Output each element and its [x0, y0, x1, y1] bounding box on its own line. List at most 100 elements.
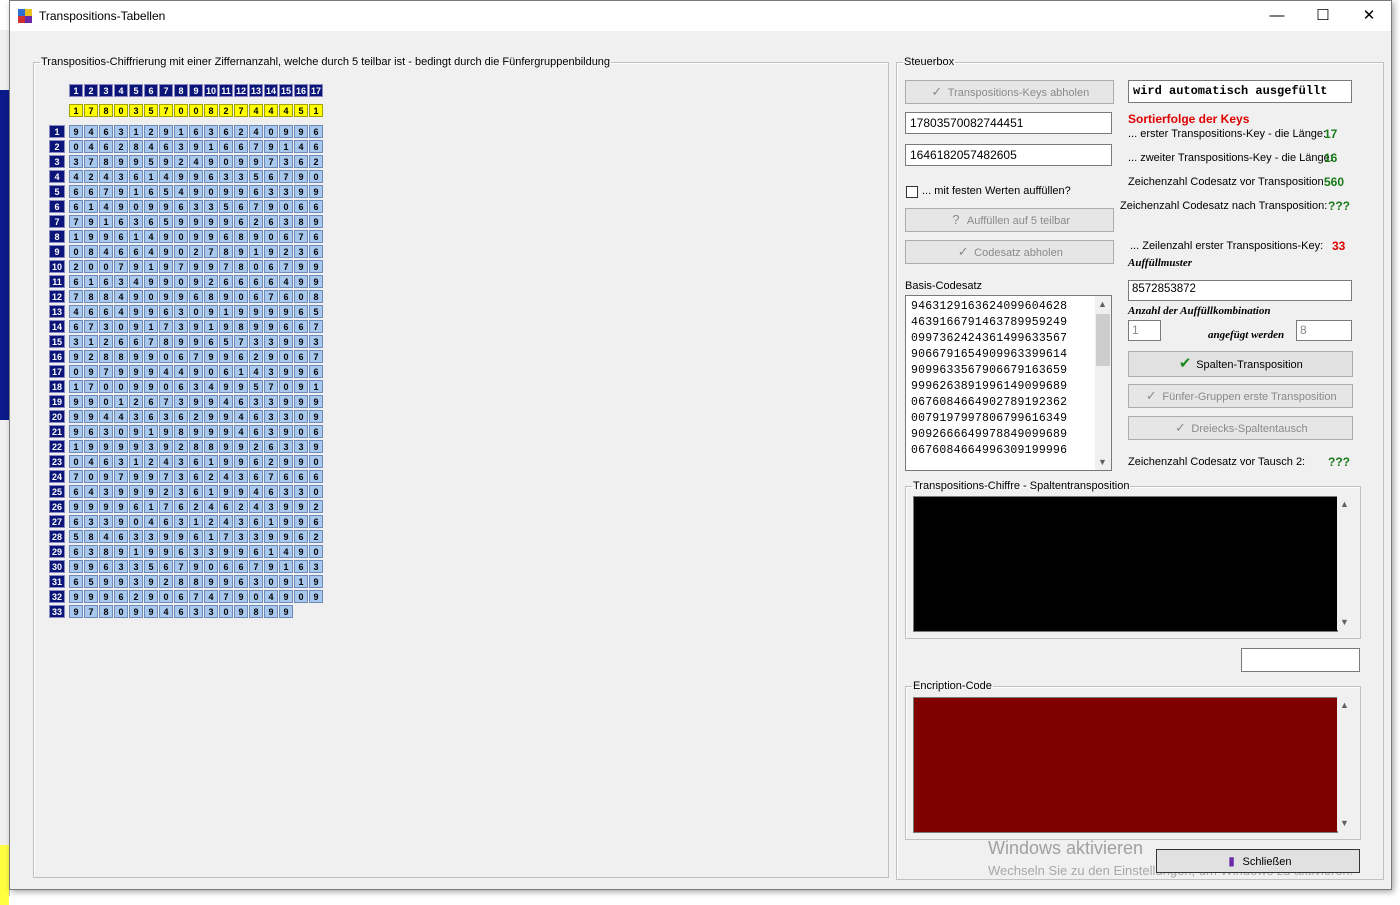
grid-cell: 2 — [204, 515, 218, 528]
grid-cell: 0 — [99, 395, 113, 408]
grid-cell: 4 — [69, 170, 83, 183]
pattern-input[interactable]: 8572853872 — [1128, 280, 1352, 301]
grid-cell: 6 — [99, 275, 113, 288]
grid-cell: 6 — [234, 575, 248, 588]
grid-cell: 3 — [114, 275, 128, 288]
grid-cell: 2 — [309, 500, 323, 513]
grid-cell: 3 — [144, 440, 158, 453]
grid-cell: 8 — [204, 290, 218, 303]
basis-scrollbar[interactable]: ▲ ▼ — [1095, 296, 1111, 470]
grid-cell: 5 — [84, 575, 98, 588]
grid-cell: 6 — [249, 545, 263, 558]
cipher-scrollbar[interactable]: ▲ ▼ — [1337, 496, 1353, 630]
grid-cell: 5 — [219, 335, 233, 348]
grid-col-header: 6 — [144, 84, 158, 97]
transpositions-keys-button[interactable]: ✓ Transpositions-Keys abholen — [905, 80, 1114, 104]
minimize-button[interactable]: — — [1254, 1, 1300, 31]
grid-cell: 9 — [144, 380, 158, 393]
fuenfer-gruppen-button[interactable]: ✓ Fünfer-Gruppen erste Transposition — [1128, 384, 1353, 408]
grid-cell: 3 — [219, 170, 233, 183]
grid-cell: 3 — [264, 365, 278, 378]
cipher-output[interactable] — [913, 496, 1338, 632]
grid-cell: 7 — [264, 380, 278, 393]
grid-cell: 2 — [84, 170, 98, 183]
grid-col-header: 8 — [174, 84, 188, 97]
key2-input[interactable]: 1646182057482605 — [905, 144, 1112, 166]
grid-cell: 6 — [99, 125, 113, 138]
grid-cell: 9 — [219, 485, 233, 498]
maximize-button[interactable]: ☐ — [1300, 1, 1346, 31]
basis-codesatz-textarea[interactable]: 946312916362409960462​8 46391667914637899… — [905, 295, 1112, 471]
scroll-down-icon[interactable]: ▼ — [1340, 818, 1349, 828]
grid-cell: 8 — [294, 215, 308, 228]
small-output-field[interactable] — [1241, 648, 1360, 672]
grid-cell: 3 — [204, 125, 218, 138]
grid-cell: 6 — [69, 320, 83, 333]
dreiecks-spaltentausch-button[interactable]: ✓ Dreiecks-Spaltentausch — [1128, 416, 1353, 440]
grid-cell: 2 — [129, 590, 143, 603]
grid-cell: 1 — [69, 440, 83, 453]
key1-input[interactable]: 17803570082744451 — [905, 112, 1112, 134]
spalten-transposition-button[interactable]: ✔ Spalten-Transposition — [1128, 351, 1353, 377]
grid-col-header: 7 — [159, 84, 173, 97]
grid-cell: 3 — [99, 485, 113, 498]
grid-cell: 0 — [309, 545, 323, 558]
grid-cell: 9 — [129, 380, 143, 393]
grid-cell: 9 — [294, 365, 308, 378]
check-icon: ✓ — [1145, 388, 1157, 403]
grid-cell: 9 — [279, 575, 293, 588]
grid-cell: 0 — [219, 605, 233, 618]
grid-cell: 4 — [99, 530, 113, 543]
combo-input[interactable]: 1 — [1128, 320, 1161, 341]
grid-row-header: 4 — [49, 170, 65, 183]
scroll-down-icon[interactable]: ▼ — [1098, 457, 1107, 467]
grid-cell: 3 — [294, 440, 308, 453]
grid-cell: 9 — [69, 560, 83, 573]
grid-cell: 6 — [69, 545, 83, 558]
grid-cell: 9 — [219, 215, 233, 228]
scroll-thumb[interactable] — [1096, 314, 1110, 366]
grid-cell: 0 — [174, 245, 188, 258]
grid-cell: 9 — [219, 545, 233, 558]
grid-cell: 1 — [204, 485, 218, 498]
basis-line: 9092666649978849099689 — [911, 428, 1068, 441]
enc-group-legend: Encription-Code — [913, 680, 992, 692]
grid-cell: 0 — [249, 260, 263, 273]
grid-cell: 9 — [249, 155, 263, 168]
grid-cell: 9 — [159, 530, 173, 543]
codesatz-abholen-button[interactable]: ✓ Codesatz abholen — [905, 240, 1114, 264]
grid-cell: 9 — [189, 395, 203, 408]
enc-scrollbar[interactable]: ▲ ▼ — [1337, 697, 1353, 831]
grid-cell: 9 — [189, 335, 203, 348]
grid-cell: 9 — [69, 500, 83, 513]
fill-to-5-button[interactable]: ? Auffüllen auf 5 teilbar — [905, 208, 1114, 232]
basis-line: 0676084664902789192362 — [911, 396, 1068, 409]
scroll-up-icon[interactable]: ▲ — [1098, 299, 1107, 309]
grid-cell: 9 — [204, 305, 218, 318]
grid-cell: 6 — [249, 470, 263, 483]
scroll-up-icon[interactable]: ▲ — [1340, 499, 1349, 509]
grid-cell: 0 — [69, 365, 83, 378]
grid-cell: 9 — [204, 350, 218, 363]
grid-cell: 8 — [84, 290, 98, 303]
grid-cell: 0 — [114, 380, 128, 393]
grid-key-cell: 0 — [189, 104, 203, 117]
grid-cell: 6 — [234, 350, 248, 363]
grid-cell: 0 — [159, 350, 173, 363]
grid-cell: 6 — [234, 215, 248, 228]
grid-cell: 7 — [84, 605, 98, 618]
grid-cell: 9 — [234, 245, 248, 258]
schliessen-button[interactable]: ▮ Schließen — [1156, 849, 1360, 873]
grid-cell: 9 — [234, 440, 248, 453]
fill-fixed-checkbox[interactable] — [906, 186, 918, 198]
scroll-up-icon[interactable]: ▲ — [1340, 700, 1349, 710]
auto-fill-field[interactable]: wird automatisch ausgefüllt — [1128, 80, 1352, 103]
grid-col-header: 2 — [84, 84, 98, 97]
grid-cell: 9 — [159, 275, 173, 288]
grid-cell: 2 — [174, 440, 188, 453]
encription-output[interactable] — [913, 697, 1338, 833]
grid-cell: 6 — [249, 185, 263, 198]
appended-input[interactable]: 8 — [1296, 320, 1352, 341]
scroll-down-icon[interactable]: ▼ — [1340, 617, 1349, 627]
close-window-button[interactable]: ✕ — [1346, 1, 1392, 31]
